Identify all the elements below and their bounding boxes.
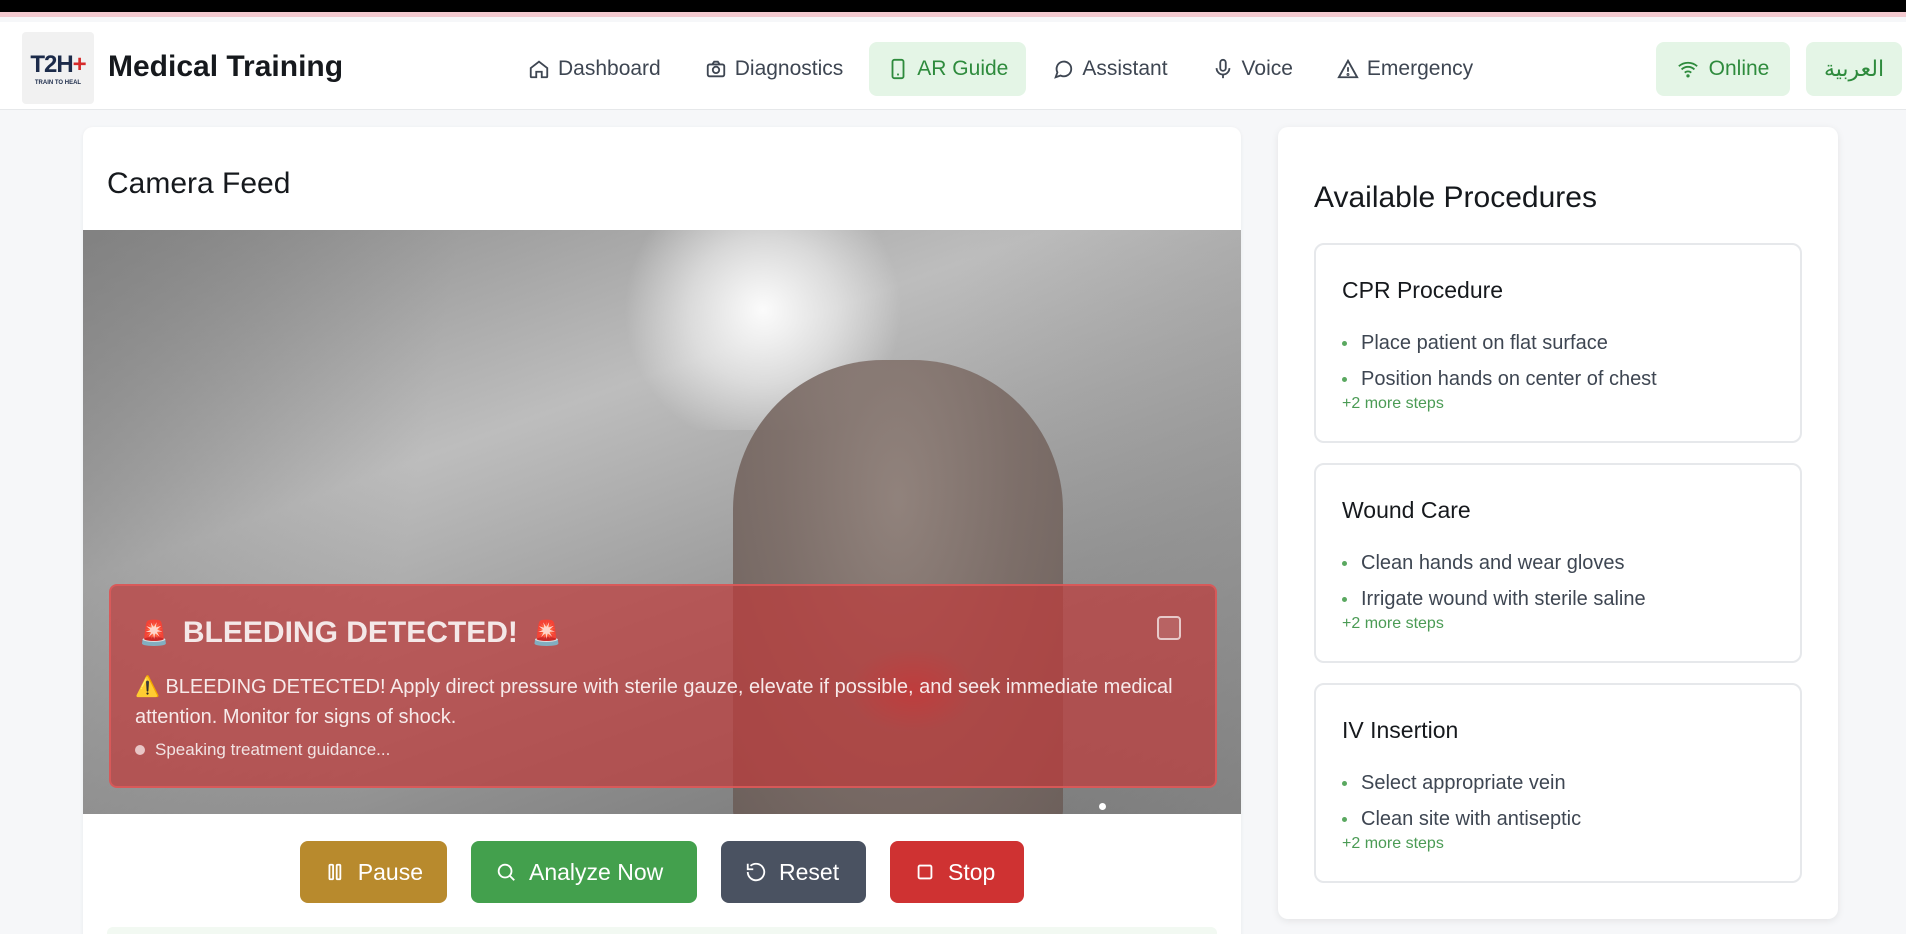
- camera-controls: Pause Analyze Now Reset Stop: [83, 841, 1241, 903]
- procedure-steps: Select appropriate vein Clean site with …: [1342, 765, 1581, 837]
- step-text: Clean site with antiseptic: [1361, 807, 1582, 830]
- nav-dashboard[interactable]: Dashboard: [510, 42, 679, 96]
- pause-label: Pause: [357, 858, 423, 885]
- main-nav: Dashboard Diagnostics AR Guide Assistant…: [510, 42, 1491, 96]
- pause-button[interactable]: Pause: [300, 841, 447, 903]
- reset-label: Reset: [779, 858, 840, 885]
- camera-feed[interactable]: 🚨 BLEEDING DETECTED! 🚨 ⚠️ BLEEDING DETEC…: [83, 230, 1241, 814]
- step-text: Position hands on center of chest: [1361, 367, 1657, 390]
- nav-voice[interactable]: Voice: [1194, 42, 1311, 96]
- bullet-icon: [1342, 560, 1347, 566]
- language-toggle[interactable]: العربية: [1806, 42, 1902, 96]
- alert-dismiss-button[interactable]: [1157, 616, 1181, 640]
- warning-icon: ⚠️: [135, 676, 160, 698]
- pause-icon: [328, 863, 342, 881]
- procedure-steps: Clean hands and wear gloves Irrigate wou…: [1342, 545, 1646, 617]
- analyze-label: Analyze Now: [529, 858, 664, 885]
- nav-label: Dashboard: [558, 57, 661, 80]
- reset-button[interactable]: Reset: [721, 841, 866, 903]
- procedure-card-wound-care[interactable]: Wound Care Clean hands and wear gloves I…: [1314, 463, 1802, 663]
- camera-title: Camera Feed: [107, 167, 291, 200]
- alert-title: 🚨 BLEEDING DETECTED! 🚨: [139, 616, 562, 650]
- more-steps: +2 more steps: [1342, 395, 1444, 412]
- speaking-status-text: Speaking treatment guidance...: [155, 740, 391, 759]
- nav-label: Voice: [1241, 57, 1293, 80]
- nav-label: Assistant: [1082, 57, 1168, 80]
- guidance-panel: [107, 927, 1217, 934]
- alert-message-text: BLEEDING DETECTED! Apply direct pressure…: [135, 676, 1173, 728]
- logo-text: T2H: [30, 50, 73, 78]
- step-text: Irrigate wound with sterile saline: [1361, 587, 1646, 610]
- nav-emergency[interactable]: Emergency: [1319, 42, 1491, 96]
- camera-icon: [706, 60, 725, 78]
- procedure-step: Clean hands and wear gloves: [1342, 545, 1646, 581]
- nav-label: Diagnostics: [734, 57, 844, 80]
- logo-tagline: TRAIN TO HEAL: [34, 79, 82, 86]
- app-title: Medical Training: [108, 50, 344, 83]
- procedure-steps: Place patient on flat surface Position h…: [1342, 325, 1657, 397]
- wifi-icon: [1677, 61, 1698, 78]
- bullet-icon: [1342, 596, 1347, 602]
- more-steps: +2 more steps: [1342, 615, 1444, 632]
- procedure-name: IV Insertion: [1342, 717, 1459, 743]
- step-text: Place patient on flat surface: [1361, 331, 1608, 354]
- more-steps: +2 more steps: [1342, 835, 1444, 852]
- procedure-step: Clean site with antiseptic: [1342, 801, 1581, 837]
- nav-assistant[interactable]: Assistant: [1034, 42, 1185, 96]
- bullet-icon: [1342, 340, 1347, 346]
- online-label: Online: [1708, 57, 1770, 80]
- stop-icon: [917, 864, 933, 880]
- nav-label: AR Guide: [917, 57, 1009, 80]
- alert-message: ⚠️ BLEEDING DETECTED! Apply direct press…: [135, 672, 1175, 732]
- procedures-title: Available Procedures: [1314, 181, 1597, 214]
- nav-ar-guide[interactable]: AR Guide: [869, 42, 1027, 96]
- procedure-card-cpr[interactable]: CPR Procedure Place patient on flat surf…: [1314, 243, 1802, 443]
- step-text: Select appropriate vein: [1361, 771, 1566, 794]
- procedure-step: Position hands on center of chest: [1342, 361, 1657, 397]
- procedure-name: Wound Care: [1342, 497, 1471, 523]
- siren-icon: 🚨: [139, 619, 169, 647]
- mic-icon: [1215, 58, 1230, 79]
- step-text: Clean hands and wear gloves: [1361, 551, 1625, 574]
- bullet-icon: [1342, 780, 1347, 786]
- reset-icon: [746, 862, 766, 882]
- logo-mark: T2H+: [30, 50, 87, 79]
- online-status[interactable]: Online: [1656, 42, 1790, 96]
- app-frame: T2H+ TRAIN TO HEAL Medical Training Dash…: [0, 12, 1906, 934]
- feed-indicator: [1099, 803, 1106, 810]
- stop-label: Stop: [948, 858, 996, 885]
- procedure-step: Irrigate wound with sterile saline: [1342, 581, 1646, 617]
- nav-label: Emergency: [1366, 57, 1474, 80]
- search-icon: [497, 863, 515, 881]
- app-logo[interactable]: T2H+ TRAIN TO HEAL: [22, 32, 94, 104]
- bullet-icon: [1342, 376, 1347, 382]
- analyze-now-button[interactable]: Analyze Now: [471, 841, 697, 903]
- nav-diagnostics[interactable]: Diagnostics: [687, 42, 862, 96]
- procedure-step: Select appropriate vein: [1342, 765, 1581, 801]
- phone-icon: [891, 58, 905, 80]
- bullet-icon: [1342, 816, 1347, 822]
- procedure-name: CPR Procedure: [1342, 277, 1504, 303]
- stop-button[interactable]: Stop: [890, 841, 1024, 903]
- procedure-step: Place patient on flat surface: [1342, 325, 1657, 361]
- procedure-card-iv-insertion[interactable]: IV Insertion Select appropriate vein Cle…: [1314, 683, 1802, 883]
- plus-icon: +: [72, 50, 87, 78]
- warning-icon: [1337, 58, 1359, 79]
- speaking-indicator-icon: [135, 745, 145, 755]
- siren-icon: 🚨: [531, 619, 562, 647]
- camera-card: Camera Feed 🚨 BLEEDING DETECTED! 🚨 ⚠️ BL…: [83, 127, 1241, 934]
- speaking-status: Speaking treatment guidance...: [135, 740, 390, 760]
- top-header: T2H+ TRAIN TO HEAL Medical Training Dash…: [0, 22, 1906, 110]
- alert-title-text: BLEEDING DETECTED!: [182, 616, 518, 649]
- chat-icon: [1054, 60, 1073, 79]
- procedures-panel: Available Procedures CPR Procedure Place…: [1278, 127, 1838, 919]
- home-icon: [529, 60, 549, 79]
- bleeding-alert: 🚨 BLEEDING DETECTED! 🚨 ⚠️ BLEEDING DETEC…: [109, 584, 1217, 788]
